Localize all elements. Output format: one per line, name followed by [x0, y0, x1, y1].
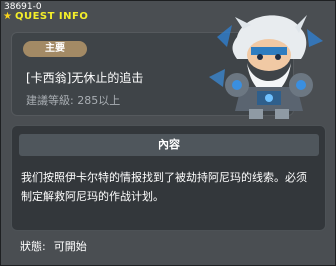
- quest-name: [卡西翁]无休止的追击: [26, 71, 144, 85]
- status-label: 狀態:: [20, 240, 46, 253]
- description-panel: 內容 我们按照伊卡尔特的情报找到了被劫持阿尼玛的线索。必须制定解救阿尼玛的作战计…: [11, 125, 326, 231]
- title-bar: ★ QUEST INFO: [3, 10, 88, 24]
- status-value: 可開始: [53, 240, 87, 253]
- quest-info-window: 38691-0 ★ QUEST INFO 主要 [卡西翁]无休止的追击 建議等級…: [0, 0, 336, 266]
- quest-level-requirement: 建議等級: 285以上: [26, 94, 121, 107]
- description-text: 我们按照伊卡尔特的情报找到了被劫持阿尼玛的线索。必须制定解救阿尼玛的作战计划。: [21, 171, 307, 203]
- window-title: QUEST INFO: [14, 11, 89, 22]
- quest-type-badge: 主要: [23, 41, 87, 57]
- star-icon: ★: [3, 11, 12, 22]
- description-header: 內容: [19, 134, 319, 156]
- npc-portrait-icon: [209, 15, 323, 119]
- status-row: 狀態: 可開始: [20, 238, 87, 254]
